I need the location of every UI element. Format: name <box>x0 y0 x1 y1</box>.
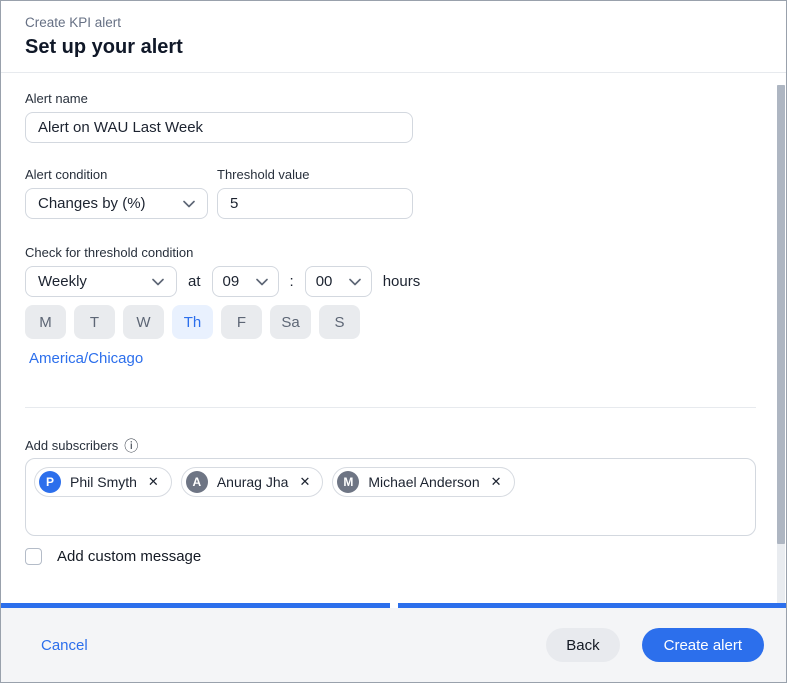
dialog-footer: Cancel Back Create alert <box>1 608 786 682</box>
dialog-header: Create KPI alert Set up your alert <box>1 1 786 72</box>
create-alert-button[interactable]: Create alert <box>641 628 764 662</box>
alert-condition-value: Changes by (%) <box>38 195 146 212</box>
dialog-body: Alert name Alert condition Changes by (%… <box>1 73 786 565</box>
minute-value: 00 <box>315 273 333 290</box>
create-kpi-alert-dialog: Create KPI alert Set up your alert Alert… <box>0 0 787 683</box>
alert-condition-label: Alert condition <box>25 167 108 182</box>
remove-subscriber-icon[interactable]: ✕ <box>148 474 159 490</box>
day-button-thursday[interactable]: Th <box>172 305 213 339</box>
chevron-down-icon <box>348 278 361 285</box>
add-custom-message-label: Add custom message <box>57 548 202 565</box>
hour-select[interactable]: 09 <box>211 266 279 297</box>
add-subscribers-label: Add subscribers <box>25 438 119 453</box>
page-title: Set up your alert <box>25 36 183 58</box>
scrollbar-thumb[interactable] <box>777 85 785 544</box>
day-picker: M T W Th F Sa S <box>25 305 762 339</box>
timezone-link[interactable]: America/Chicago <box>29 350 143 367</box>
threshold-value-label: Threshold value <box>217 167 310 182</box>
subscriber-name: Phil Smyth <box>70 474 137 490</box>
at-label: at <box>188 273 201 290</box>
frequency-select[interactable]: Weekly <box>25 266 177 297</box>
hour-value: 09 <box>222 273 240 290</box>
subscribers-input[interactable]: P Phil Smyth ✕ A Anurag Jha ✕ M Michael … <box>25 458 756 536</box>
time-separator: : <box>289 273 294 290</box>
back-button[interactable]: Back <box>546 628 620 662</box>
day-button-monday[interactable]: M <box>25 305 66 339</box>
hours-label: hours <box>382 273 421 290</box>
day-button-sunday[interactable]: S <box>319 305 360 339</box>
alert-condition-select[interactable]: Changes by (%) <box>25 188 208 219</box>
frequency-value: Weekly <box>38 273 87 290</box>
avatar: A <box>185 471 208 493</box>
alert-name-input[interactable] <box>25 112 413 143</box>
chevron-down-icon <box>255 278 268 285</box>
day-button-wednesday[interactable]: W <box>123 305 164 339</box>
day-button-saturday[interactable]: Sa <box>270 305 311 339</box>
remove-subscriber-icon[interactable]: ✕ <box>299 474 310 490</box>
avatar: P <box>39 471 61 493</box>
day-button-tuesday[interactable]: T <box>74 305 115 339</box>
subscriber-chip: M Michael Anderson ✕ <box>332 467 515 497</box>
minute-select[interactable]: 00 <box>304 266 372 297</box>
add-custom-message-checkbox[interactable] <box>25 548 42 565</box>
subscriber-name: Michael Anderson <box>368 474 480 490</box>
info-icon[interactable]: ⓘ <box>124 439 138 453</box>
chevron-down-icon <box>183 200 195 207</box>
dialog-eyebrow: Create KPI alert <box>25 15 122 30</box>
alert-name-label: Alert name <box>25 91 88 106</box>
avatar: M <box>337 471 360 493</box>
chevron-down-icon <box>152 278 164 285</box>
threshold-value-input[interactable] <box>217 188 413 219</box>
subscriber-chip: P Phil Smyth ✕ <box>34 467 172 497</box>
subscriber-name: Anurag Jha <box>216 474 289 490</box>
subscriber-chip: A Anurag Jha ✕ <box>180 467 324 497</box>
check-condition-label: Check for threshold condition <box>25 245 194 260</box>
section-divider <box>25 407 756 408</box>
day-button-friday[interactable]: F <box>221 305 262 339</box>
cancel-button[interactable]: Cancel <box>41 637 88 654</box>
remove-subscriber-icon[interactable]: ✕ <box>491 474 502 490</box>
